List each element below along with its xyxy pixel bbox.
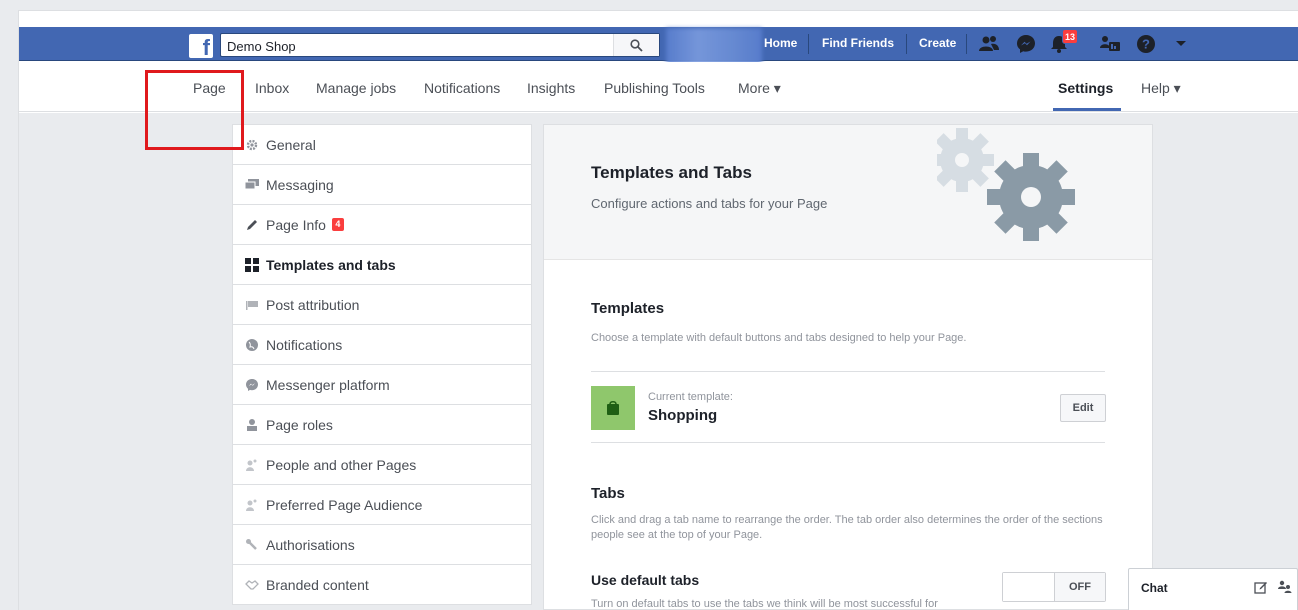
templates-tabs-panel: Templates and Tabs Configure actions and…: [543, 124, 1153, 610]
grid-icon: [244, 257, 260, 273]
sidebar-item-label: Authorisations: [266, 536, 355, 553]
sidebar-item-label: Page roles: [266, 416, 333, 433]
person-icon: [244, 417, 260, 433]
quick-help-icon[interactable]: [1098, 32, 1122, 56]
edit-template-button[interactable]: Edit: [1060, 394, 1106, 422]
nav-divider: [808, 34, 809, 54]
sidebar-item-label: Page Info: [266, 216, 326, 233]
svg-text:?: ?: [1142, 37, 1150, 52]
gears-illustration-icon: [937, 128, 1075, 241]
gear-icon: [244, 137, 260, 153]
sidebar-item-page-info[interactable]: Page Info 4: [233, 205, 531, 245]
sidebar-item-label: Templates and tabs: [266, 256, 396, 273]
sidebar-item-label: Notifications: [266, 336, 343, 353]
pencil-icon: [244, 217, 260, 233]
sidebar-item-people-and-other-pages[interactable]: People and other Pages: [233, 445, 531, 485]
messenger-icon: [244, 377, 260, 393]
toggle-state-label: OFF: [1055, 573, 1105, 601]
search-box: [220, 33, 660, 57]
messenger-icon[interactable]: [1014, 32, 1038, 56]
current-template-label: Current template:: [648, 391, 733, 403]
notification-count-badge: 13: [1062, 29, 1079, 44]
chat-dock[interactable]: Chat: [1128, 568, 1298, 610]
page-title: Templates and Tabs: [591, 163, 752, 182]
sidebar-item-messaging[interactable]: Messaging: [233, 165, 531, 205]
active-tab-indicator: [1053, 108, 1121, 111]
tab-inbox[interactable]: Inbox: [255, 80, 289, 96]
compose-icon[interactable]: [1253, 579, 1269, 595]
tab-help[interactable]: Help ▾: [1141, 80, 1181, 97]
group-chat-icon[interactable]: [1277, 579, 1293, 595]
wrench-icon: [244, 537, 260, 553]
sidebar-item-label: Messenger platform: [266, 376, 390, 393]
friend-requests-icon[interactable]: [977, 32, 1001, 56]
search-input[interactable]: [227, 36, 607, 56]
sidebar-item-notifications[interactable]: Notifications: [233, 325, 531, 365]
page-subtitle: Configure actions and tabs for your Page: [591, 196, 828, 211]
sidebar-item-authorisations[interactable]: Authorisations: [233, 525, 531, 565]
sidebar-item-label: Messaging: [266, 176, 334, 193]
tabs-heading: Tabs: [591, 485, 625, 502]
find-friends-link[interactable]: Find Friends: [822, 36, 894, 50]
sidebar-item-label: General: [266, 136, 316, 153]
facebook-logo-icon[interactable]: f: [189, 34, 213, 58]
sidebar-item-page-roles[interactable]: Page roles: [233, 405, 531, 445]
handshake-icon: [244, 577, 260, 593]
audience-icon: [244, 497, 260, 513]
sidebar-item-post-attribution[interactable]: Post attribution: [233, 285, 531, 325]
sidebar-item-label: Post attribution: [266, 296, 360, 313]
sidebar-item-label: People and other Pages: [266, 456, 417, 473]
chat-label: Chat: [1141, 581, 1168, 595]
search-icon: [630, 38, 643, 52]
page-info-badge: 4: [331, 218, 344, 231]
shopping-bag-icon: [591, 386, 635, 430]
home-link[interactable]: Home: [764, 36, 797, 50]
tab-publishing-tools[interactable]: Publishing Tools: [604, 80, 705, 96]
tab-insights[interactable]: Insights: [527, 80, 575, 96]
messaging-icon: [244, 177, 260, 193]
panel-header: Templates and Tabs Configure actions and…: [544, 125, 1152, 260]
templates-description: Choose a template with default buttons a…: [591, 332, 967, 344]
default-tabs-description: Turn on default tabs to use the tabs we …: [591, 598, 938, 610]
sidebar-item-label: Branded content: [266, 576, 369, 593]
sidebar-item-messenger-platform[interactable]: Messenger platform: [233, 365, 531, 405]
divider: [591, 442, 1105, 443]
sidebar-item-label: Preferred Page Audience: [266, 496, 423, 513]
account-menu-icon[interactable]: [1169, 32, 1193, 56]
tabs-description: Click and drag a tab name to rearrange t…: [591, 514, 1103, 541]
nav-divider: [966, 34, 967, 54]
search-button[interactable]: [613, 34, 659, 56]
create-link[interactable]: Create: [919, 36, 956, 50]
flag-icon: [244, 297, 260, 313]
tab-notifications[interactable]: Notifications: [424, 80, 500, 96]
tab-settings[interactable]: Settings: [1058, 80, 1113, 96]
tab-more[interactable]: More ▾: [738, 80, 781, 97]
sidebar-item-templates-and-tabs[interactable]: Templates and tabs: [233, 245, 531, 285]
nav-divider: [906, 34, 907, 54]
current-template-value: Shopping: [648, 407, 718, 424]
default-tabs-toggle[interactable]: OFF: [1002, 572, 1106, 602]
settings-sidebar: General Messaging Page Info 4 Templates …: [232, 124, 532, 605]
divider: [591, 371, 1105, 372]
highlight-box: [145, 70, 244, 150]
help-icon[interactable]: ?: [1134, 32, 1158, 56]
tab-manage-jobs[interactable]: Manage jobs: [316, 80, 396, 96]
sidebar-item-preferred-page-audience[interactable]: Preferred Page Audience: [233, 485, 531, 525]
templates-heading: Templates: [591, 300, 665, 317]
toggle-knob: [1003, 573, 1055, 601]
sidebar-item-general[interactable]: General: [233, 125, 531, 165]
default-tabs-heading: Use default tabs: [591, 572, 700, 588]
sidebar-item-branded-content[interactable]: Branded content: [233, 565, 531, 605]
people-icon: [244, 457, 260, 473]
globe-icon: [244, 337, 260, 353]
